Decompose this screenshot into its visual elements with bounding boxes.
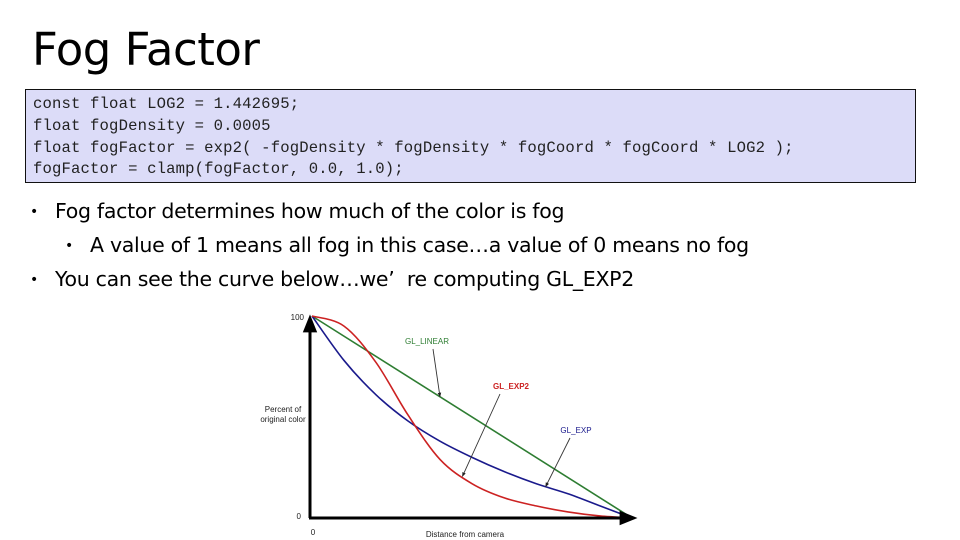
slide-title: Fog Factor (32, 23, 260, 76)
x-axis-label: Distance from camera (426, 530, 505, 539)
annotation-label-exp: GL_EXP (560, 426, 591, 435)
label-layer: 100 0 0 Distance from camera Percent of … (260, 313, 591, 539)
bullet-subitem: • A value of 1 means all fog in this cas… (30, 230, 749, 264)
bullet-marker: • (30, 272, 38, 288)
bullet-marker: • (30, 204, 38, 220)
y-tick-label: 0 (297, 512, 302, 521)
series-layer (311, 315, 633, 519)
code-line: const float LOG2 = 1.442695; (33, 95, 300, 113)
code-line: fogFactor = clamp(fogFactor, 0.0, 1.0); (33, 160, 404, 179)
code-block: const float LOG2 = 1.442695; float fogDe… (25, 89, 916, 183)
code-line: float fogFactor = exp2( -fogDensity * fo… (33, 138, 794, 157)
series-line-gl-linear (311, 315, 633, 519)
series-line-gl-exp (311, 315, 633, 519)
y-tick-label: 100 (291, 313, 305, 322)
annotation-label-exp2: GL_EXP2 (493, 382, 530, 391)
bullet-item: • You can see the curve below…we’ re com… (30, 264, 749, 298)
axis-layer (302, 314, 638, 526)
bullet-text: You can see the curve below…we’ re compu… (55, 267, 634, 291)
series-line-gl-exp2 (311, 315, 633, 519)
annotation-arrow-gl-exp2 (461, 393, 501, 477)
x-tick-label: 0 (311, 528, 316, 537)
annotation-arrow-gl-exp (545, 437, 571, 488)
annotation-label-linear: GL_LINEAR (405, 337, 449, 346)
bullet-marker: • (65, 238, 73, 254)
y-axis-label-line: original color (260, 415, 306, 424)
bullet-text: A value of 1 means all fog in this case…… (90, 233, 749, 257)
y-axis-label-line: Percent of (265, 405, 302, 414)
code-line: float fogDensity = 0.0005 (33, 116, 271, 135)
annotation-arrow-gl-linear (432, 348, 442, 398)
annotation-layer (432, 348, 571, 488)
bullet-text: Fog factor determines how much of the co… (55, 199, 565, 223)
bullet-item: • Fog factor determines how much of the … (30, 196, 749, 230)
bullet-list: • Fog factor determines how much of the … (30, 196, 749, 298)
